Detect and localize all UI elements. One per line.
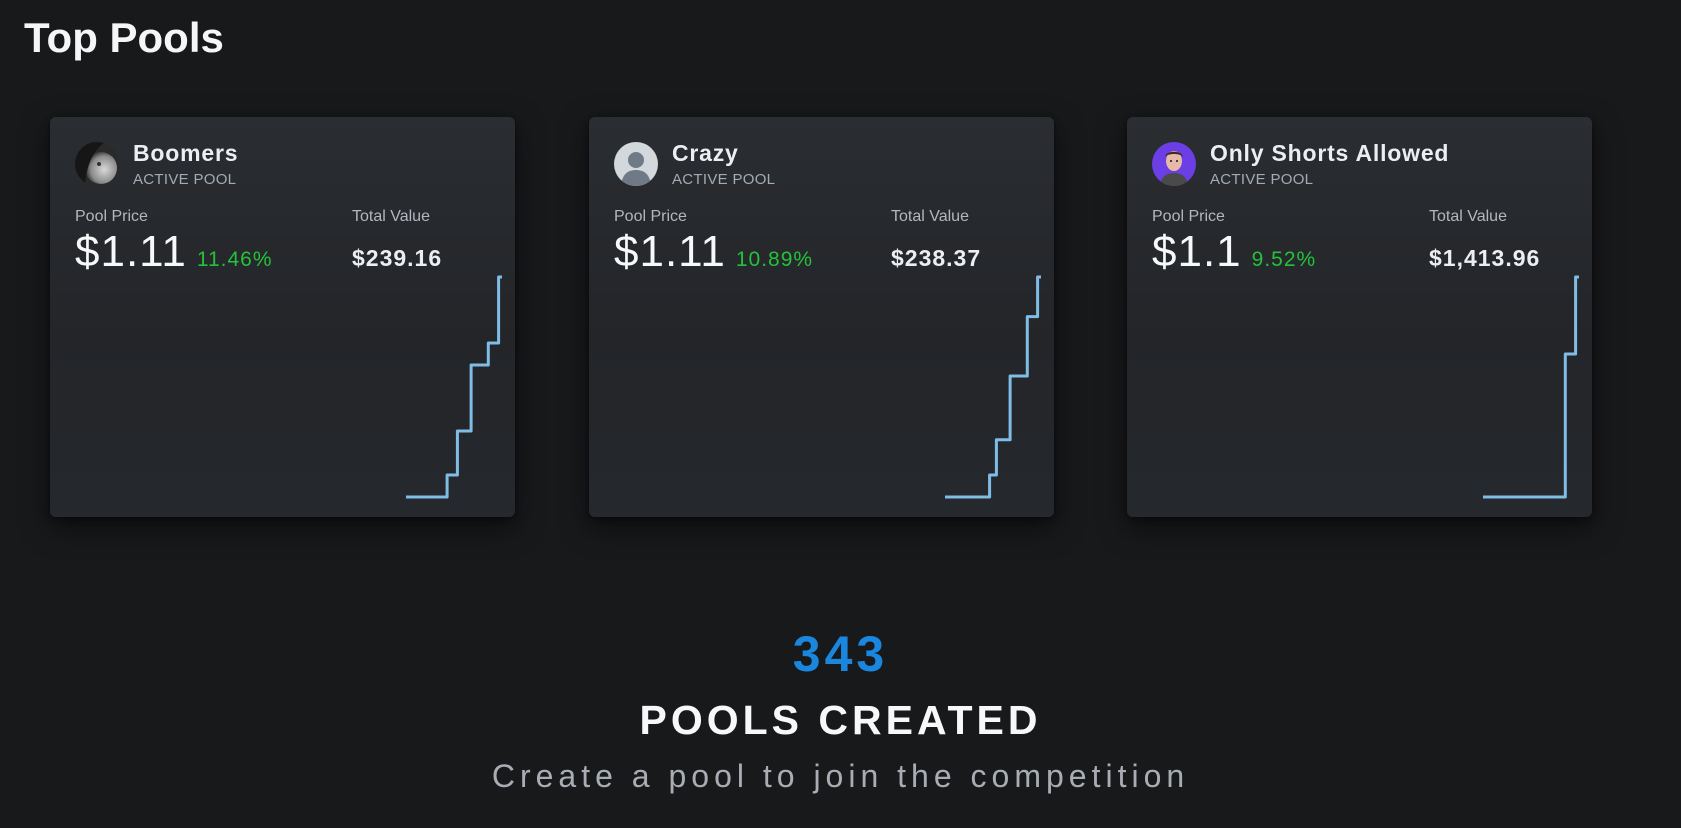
- pool-price: $1.11: [75, 227, 187, 276]
- pool-avatar: [75, 142, 119, 186]
- sparkline-line: [1483, 275, 1579, 499]
- pool-card[interactable]: Only Shorts Allowed ACTIVE POOL Pool Pri…: [1127, 117, 1592, 517]
- pools-created-label: POOLS CREATED: [639, 697, 1042, 743]
- price-row: $1.1 9.52%: [1152, 227, 1316, 277]
- price-change: 10.89%: [735, 248, 814, 271]
- price-change: 9.52%: [1251, 248, 1317, 271]
- page-title: Top Pools: [24, 14, 224, 61]
- user-photo-icon: [1152, 142, 1196, 186]
- price-row: $1.11 11.46%: [75, 227, 273, 277]
- price-change: 11.46%: [196, 248, 273, 271]
- pools-created-stats: 343 POOLS CREATED Create a pool to join …: [0, 625, 1681, 795]
- pool-name[interactable]: Crazy: [672, 140, 739, 167]
- price-sparkline: [1483, 275, 1579, 499]
- user-photo-icon: [75, 142, 119, 186]
- total-value: $239.16: [352, 245, 443, 271]
- pool-price: $1.1: [1152, 227, 1242, 276]
- pool-card[interactable]: Boomers ACTIVE POOL Pool Price Total Val…: [50, 117, 515, 517]
- total-value-label: Total Value: [352, 208, 430, 225]
- price-sparkline: [945, 275, 1041, 499]
- pool-price-label: Pool Price: [75, 208, 148, 225]
- pools-created-count: 343: [792, 626, 889, 682]
- sparkline-line: [406, 275, 502, 499]
- pool-price: $1.11: [614, 227, 726, 276]
- total-value: $1,413.96: [1429, 245, 1541, 271]
- sparkline-line: [945, 275, 1041, 499]
- pool-status: ACTIVE POOL: [133, 171, 237, 188]
- pool-name[interactable]: Only Shorts Allowed: [1210, 140, 1449, 167]
- pool-price-label: Pool Price: [614, 208, 687, 225]
- pool-status: ACTIVE POOL: [1210, 171, 1314, 188]
- pool-name[interactable]: Boomers: [133, 140, 238, 167]
- pool-avatar: [614, 142, 658, 186]
- price-row: $1.11 10.89%: [614, 227, 813, 277]
- pool-price-label: Pool Price: [1152, 208, 1225, 225]
- total-value-label: Total Value: [1429, 208, 1507, 225]
- total-value-label: Total Value: [891, 208, 969, 225]
- pool-status: ACTIVE POOL: [672, 171, 776, 188]
- pool-avatar: [1152, 142, 1196, 186]
- default-user-icon: [614, 142, 658, 186]
- price-sparkline: [406, 275, 502, 499]
- pools-created-subtitle: Create a pool to join the competition: [491, 758, 1190, 794]
- total-value: $238.37: [891, 245, 982, 271]
- pool-card[interactable]: Crazy ACTIVE POOL Pool Price Total Value…: [589, 117, 1054, 517]
- top-pools-list: Boomers ACTIVE POOL Pool Price Total Val…: [0, 117, 1681, 519]
